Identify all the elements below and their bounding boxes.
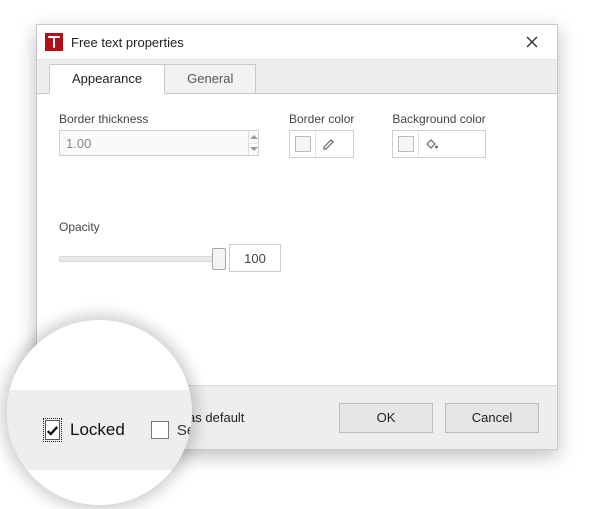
background-color-swatch[interactable]: [393, 131, 418, 157]
border-thickness-spinner[interactable]: [59, 130, 259, 156]
cancel-button[interactable]: Cancel: [445, 403, 539, 433]
locked-checkbox-group[interactable]: Locked: [55, 410, 120, 425]
pencil-icon: [322, 137, 336, 151]
slider-track: [59, 256, 219, 262]
border-color-swatch[interactable]: [290, 131, 315, 157]
tab-general[interactable]: General: [164, 64, 256, 94]
color-swatch-icon: [398, 136, 414, 152]
background-color-picker[interactable]: [392, 130, 485, 158]
border-thickness-field: Border thickness: [59, 112, 259, 158]
set-default-checkbox-group[interactable]: Set as default: [142, 410, 245, 425]
chevron-down-icon: [250, 147, 258, 151]
border-color-label: Border color: [289, 112, 354, 126]
close-icon: [526, 36, 538, 48]
dialog-footer: Locked Set as default OK Cancel: [37, 385, 557, 449]
border-color-field: Border color: [289, 112, 354, 158]
border-color-picker[interactable]: [289, 130, 354, 158]
title-bar: Free text properties: [37, 25, 557, 59]
border-thickness-input[interactable]: [60, 131, 248, 155]
spinner-up[interactable]: [249, 131, 258, 143]
background-color-field: Background color: [392, 112, 485, 158]
adobe-icon: [45, 33, 63, 51]
spinner-down[interactable]: [249, 143, 258, 156]
chevron-up-icon: [250, 135, 258, 139]
background-color-fill[interactable]: [418, 131, 444, 157]
opacity-field: Opacity: [59, 220, 535, 272]
locked-label: Locked: [78, 410, 120, 425]
opacity-slider[interactable]: [59, 249, 219, 267]
slider-thumb[interactable]: [212, 248, 226, 270]
ok-button[interactable]: OK: [339, 403, 433, 433]
set-default-label: Set as default: [165, 410, 245, 425]
set-default-checkbox[interactable]: [142, 410, 157, 425]
free-text-properties-dialog: Free text properties Appearance General …: [36, 24, 558, 450]
tab-strip: Appearance General: [37, 59, 557, 93]
appearance-panel: Border thickness Border color: [37, 93, 557, 373]
close-button[interactable]: [517, 30, 547, 54]
border-thickness-label: Border thickness: [59, 112, 259, 126]
opacity-input[interactable]: [229, 244, 281, 272]
opacity-label: Opacity: [59, 220, 535, 234]
check-icon: [57, 412, 68, 423]
window-title: Free text properties: [71, 35, 517, 50]
border-color-edit[interactable]: [315, 131, 341, 157]
fill-bucket-icon: [424, 137, 439, 151]
background-color-label: Background color: [392, 112, 485, 126]
tab-appearance[interactable]: Appearance: [49, 64, 165, 94]
locked-checkbox[interactable]: [55, 410, 70, 425]
color-swatch-icon: [295, 136, 311, 152]
